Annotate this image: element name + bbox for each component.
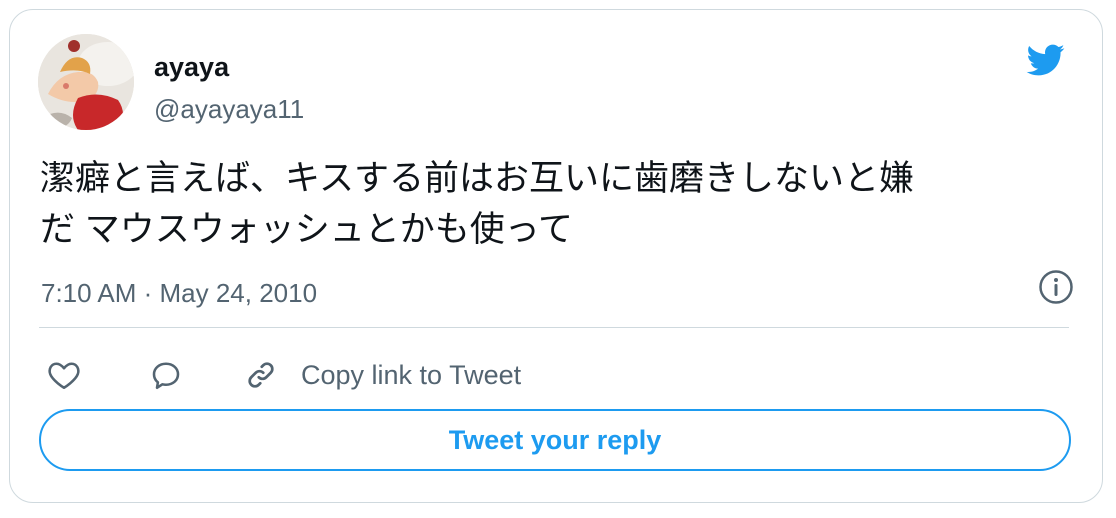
speech-bubble-icon <box>152 362 180 390</box>
user-handle[interactable]: @ayayaya11 <box>154 94 304 125</box>
tweet-your-reply-button[interactable]: Tweet your reply <box>39 409 1071 471</box>
tweet-text: 潔癖と言えば、キスする前はお互いに歯磨きしないと嫌 だ マウスウォッシュとかも使… <box>40 159 914 249</box>
info-icon[interactable] <box>1038 269 1074 305</box>
twitter-bird-icon[interactable] <box>1020 40 1070 80</box>
avatar[interactable] <box>38 34 134 130</box>
copy-link-label: Copy link to Tweet <box>301 359 522 390</box>
like-button[interactable] <box>46 354 82 396</box>
divider <box>39 327 1069 328</box>
reply-button-label: Tweet your reply <box>448 424 662 455</box>
copy-link-button[interactable]: Copy link to Tweet <box>243 354 521 396</box>
user-name[interactable]: ayaya <box>154 52 229 83</box>
heart-icon <box>48 362 80 390</box>
tweet-card: ayaya @ayayaya11 潔癖と言えば、キスする前はお互いに歯磨きしない… <box>9 9 1103 503</box>
reply-button[interactable] <box>148 354 184 396</box>
tweet-timestamp[interactable]: 7:10 AM · May 24, 2010 <box>41 278 317 309</box>
link-icon <box>248 362 274 388</box>
avatar-illustration <box>38 34 134 130</box>
